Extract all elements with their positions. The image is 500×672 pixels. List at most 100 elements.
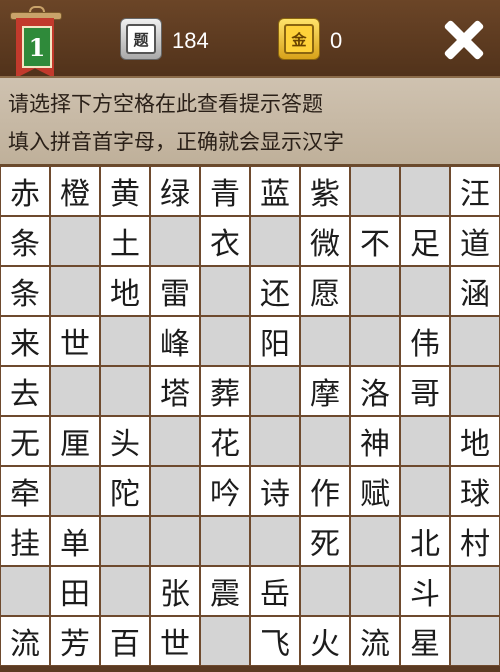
grid-cell-blank[interactable]	[350, 566, 400, 616]
grid-cell-filled: 塔	[150, 366, 200, 416]
grid-cell-filled: 吟	[200, 466, 250, 516]
grid-cell-blank[interactable]	[150, 516, 200, 566]
grid-cell-blank[interactable]	[100, 366, 150, 416]
grid-cell-filled: 涵	[450, 266, 500, 316]
grid-cell-filled: 单	[50, 516, 100, 566]
hint-panel[interactable]: 请选择下方空格在此查看提示答题 填入拼音首字母，正确就会显示汉字	[0, 76, 500, 167]
grid-cell-filled: 岳	[250, 566, 300, 616]
level-number: 1	[22, 26, 52, 68]
grid-cell-filled: 张	[150, 566, 200, 616]
grid-cell-filled: 火	[300, 616, 350, 666]
grid-cell-filled: 峰	[150, 316, 200, 366]
grid-cell-blank[interactable]	[250, 416, 300, 466]
grid-cell-filled: 花	[200, 416, 250, 466]
grid-cell-filled: 橙	[50, 166, 100, 216]
grid-cell-blank[interactable]	[450, 316, 500, 366]
close-icon[interactable]	[438, 14, 490, 66]
grid-cell-filled: 厘	[50, 416, 100, 466]
grid-cell-blank[interactable]	[300, 416, 350, 466]
grid-cell-filled: 陀	[100, 466, 150, 516]
grid-cell-blank[interactable]	[400, 266, 450, 316]
grid-cell-filled: 黄	[100, 166, 150, 216]
gold-icon-char: 金	[284, 24, 314, 54]
grid-cell-blank[interactable]	[200, 616, 250, 666]
grid-cell-filled: 斗	[400, 566, 450, 616]
grid-cell-filled: 北	[400, 516, 450, 566]
grid-cell-filled: 条	[0, 266, 50, 316]
level-banner-icon[interactable]: 1	[10, 6, 62, 82]
hint-line-1: 请选择下方空格在此查看提示答题	[8, 92, 323, 116]
grid-cell-filled: 飞	[250, 616, 300, 666]
gold-coin-icon: 金	[278, 18, 320, 60]
grid-cell-blank[interactable]	[100, 516, 150, 566]
grid-cell-blank[interactable]	[400, 466, 450, 516]
grid-cell-filled: 伟	[400, 316, 450, 366]
grid-cell-blank[interactable]	[100, 566, 150, 616]
grid-cell-blank[interactable]	[350, 266, 400, 316]
grid-cell-filled: 赋	[350, 466, 400, 516]
grid-cell-filled: 条	[0, 216, 50, 266]
grid-cell-blank[interactable]	[200, 266, 250, 316]
grid-cell-filled: 无	[0, 416, 50, 466]
grid-cell-blank[interactable]	[0, 566, 50, 616]
grid-cell-blank[interactable]	[200, 316, 250, 366]
grid-cell-filled: 百	[100, 616, 150, 666]
grid-cell-filled: 足	[400, 216, 450, 266]
grid-cell-filled: 不	[350, 216, 400, 266]
grid-cell-blank[interactable]	[350, 316, 400, 366]
grid-cell-filled: 神	[350, 416, 400, 466]
grid-cell-blank[interactable]	[50, 266, 100, 316]
grid-cell-blank[interactable]	[350, 166, 400, 216]
grid-cell-filled: 紫	[300, 166, 350, 216]
grid-cell-blank[interactable]	[50, 216, 100, 266]
grid-cell-filled: 震	[200, 566, 250, 616]
grid-cell-blank[interactable]	[250, 516, 300, 566]
grid-cell-filled: 牵	[0, 466, 50, 516]
grid-cell-blank[interactable]	[50, 466, 100, 516]
grid-cell-filled: 去	[0, 366, 50, 416]
grid-cell-filled: 摩	[300, 366, 350, 416]
grid-cell-filled: 洛	[350, 366, 400, 416]
grid-cell-blank[interactable]	[50, 366, 100, 416]
grid-cell-filled: 微	[300, 216, 350, 266]
grid-cell-filled: 汪	[450, 166, 500, 216]
hint-line-2: 填入拼音首字母，正确就会显示汉字	[8, 130, 344, 154]
grid-cell-filled: 村	[450, 516, 500, 566]
grid-cell-blank[interactable]	[450, 566, 500, 616]
top-bar: 1 题 184 金 0	[0, 0, 500, 86]
grid-cell-filled: 蓝	[250, 166, 300, 216]
grid-cell-filled: 葬	[200, 366, 250, 416]
grid-cell-blank[interactable]	[400, 166, 450, 216]
grid-cell-filled: 绿	[150, 166, 200, 216]
grid-cell-filled: 来	[0, 316, 50, 366]
grid-cell-blank[interactable]	[150, 466, 200, 516]
grid-cell-filled: 雷	[150, 266, 200, 316]
grid-cell-blank[interactable]	[450, 366, 500, 416]
grid-cell-filled: 土	[100, 216, 150, 266]
grid-cell-blank[interactable]	[450, 616, 500, 666]
grid-cell-blank[interactable]	[150, 216, 200, 266]
grid-cell-blank[interactable]	[200, 516, 250, 566]
grid-cell-blank[interactable]	[250, 216, 300, 266]
grid-cell-blank[interactable]	[350, 516, 400, 566]
grid-cell-filled: 哥	[400, 366, 450, 416]
gold-count: 0	[330, 28, 343, 53]
grid-cell-blank[interactable]	[400, 416, 450, 466]
grid-cell-filled: 星	[400, 616, 450, 666]
grid-cell-blank[interactable]	[300, 316, 350, 366]
grid-cell-filled: 挂	[0, 516, 50, 566]
grid-cell-blank[interactable]	[150, 416, 200, 466]
grid-cell-blank[interactable]	[250, 366, 300, 416]
grid-cell-blank[interactable]	[100, 316, 150, 366]
grid-cell-filled: 衣	[200, 216, 250, 266]
question-count: 184	[172, 28, 209, 53]
grid-cell-filled: 流	[0, 616, 50, 666]
grid-cell-filled: 诗	[250, 466, 300, 516]
puzzle-grid: 赤橙黄绿青蓝紫汪条土衣微不足道条地雷还愿涵来世峰阳伟去塔葬摩洛哥无厘头花神地牵陀…	[0, 166, 500, 666]
grid-cell-filled: 流	[350, 616, 400, 666]
grid-cell-filled: 地	[450, 416, 500, 466]
grid-cell-filled: 青	[200, 166, 250, 216]
grid-cell-blank[interactable]	[300, 566, 350, 616]
grid-cell-filled: 地	[100, 266, 150, 316]
grid-cell-filled: 赤	[0, 166, 50, 216]
